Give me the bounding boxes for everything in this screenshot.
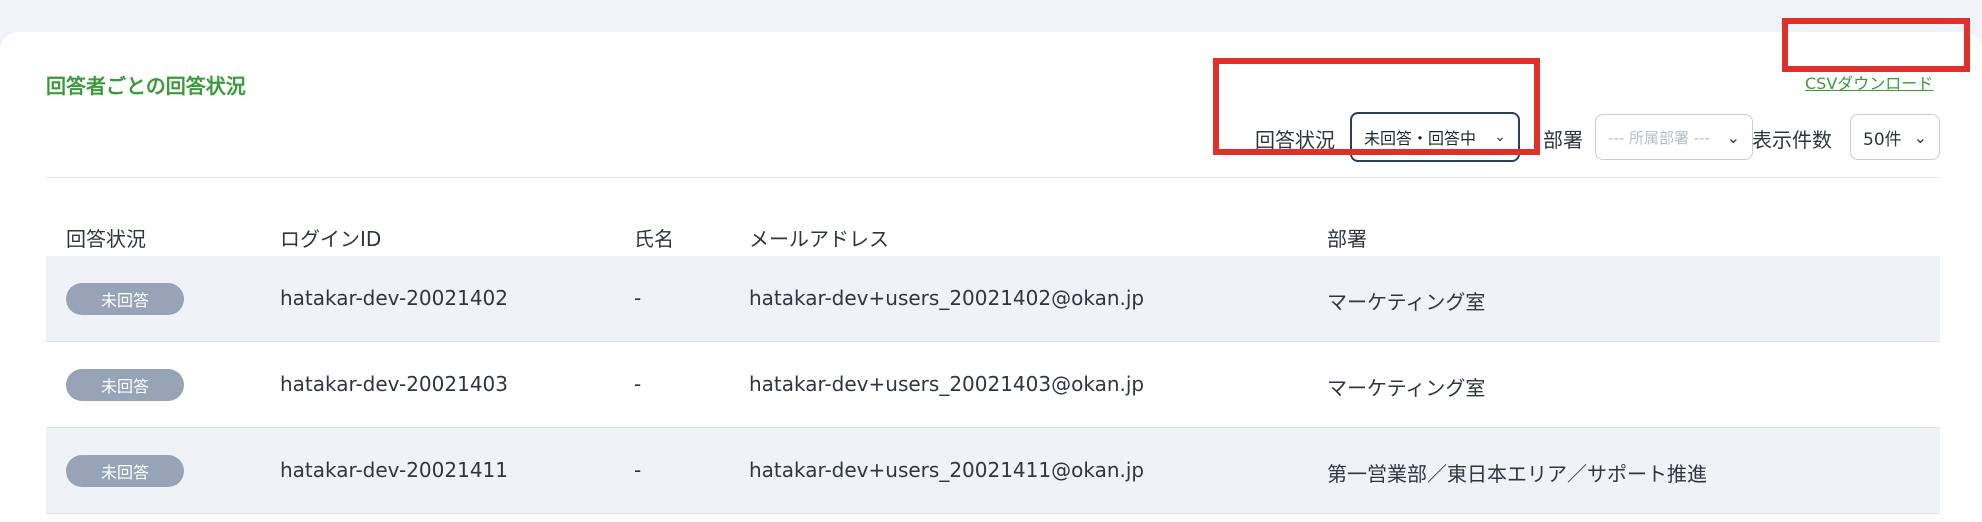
dept-filter-placeholder: --- 所属部署 --- xyxy=(1608,128,1711,147)
status-filter-label: 回答状況 xyxy=(1255,128,1335,152)
login-id-cell: hatakar-dev-20021411 xyxy=(280,458,508,482)
dept-cell: 第一営業部／東日本エリア／サポート推進 xyxy=(1327,462,1707,486)
email-cell: hatakar-dev+users_20021403@okan.jp xyxy=(749,372,1145,396)
count-filter-value: 50件 xyxy=(1863,129,1902,150)
dept-cell: マーケティング室 xyxy=(1327,376,1486,400)
chevron-down-icon: ⌄ xyxy=(1494,129,1506,145)
dept-cell: マーケティング室 xyxy=(1327,290,1486,314)
section-title: 回答者ごとの回答状況 xyxy=(46,74,246,98)
email-cell: hatakar-dev+users_20021402@okan.jp xyxy=(749,286,1145,310)
chevron-down-icon: ⌄ xyxy=(1726,127,1740,147)
dept-filter-select[interactable]: --- 所属部署 --- ⌄ xyxy=(1595,114,1753,160)
table-row: 未回答 hatakar-dev-20021403 - hatakar-dev+u… xyxy=(46,342,1940,428)
status-badge: 未回答 xyxy=(66,455,184,487)
table-row: 未回答 hatakar-dev-20021402 - hatakar-dev+u… xyxy=(46,256,1940,342)
response-status-card: 回答者ごとの回答状況 CSVダウンロード 回答状況 未回答・回答中 ⌄ 部署 -… xyxy=(0,32,1982,522)
login-id-cell: hatakar-dev-20021403 xyxy=(280,372,508,396)
column-header-login-id: ログインID xyxy=(280,227,382,251)
count-filter-select[interactable]: 50件 ⌄ xyxy=(1850,114,1940,160)
column-header-dept: 部署 xyxy=(1327,227,1367,251)
login-id-cell: hatakar-dev-20021402 xyxy=(280,286,508,310)
name-cell: - xyxy=(634,458,642,482)
status-badge: 未回答 xyxy=(66,283,184,315)
status-filter-select[interactable]: 未回答・回答中 ⌄ xyxy=(1350,112,1520,162)
column-header-status: 回答状況 xyxy=(66,227,146,251)
chevron-down-icon: ⌄ xyxy=(1913,127,1927,147)
column-header-name: 氏名 xyxy=(634,227,674,251)
column-header-email: メールアドレス xyxy=(749,227,889,251)
status-filter-value: 未回答・回答中 xyxy=(1364,129,1477,148)
status-badge: 未回答 xyxy=(66,369,184,401)
name-cell: - xyxy=(634,372,642,396)
name-cell: - xyxy=(634,286,642,310)
dept-filter-label: 部署 xyxy=(1543,128,1583,152)
table-row: 未回答 hatakar-dev-20021411 - hatakar-dev+u… xyxy=(46,428,1940,514)
count-filter-label: 表示件数 xyxy=(1752,128,1832,152)
csv-download-link[interactable]: CSVダウンロード xyxy=(1805,70,1933,94)
email-cell: hatakar-dev+users_20021411@okan.jp xyxy=(749,458,1145,482)
